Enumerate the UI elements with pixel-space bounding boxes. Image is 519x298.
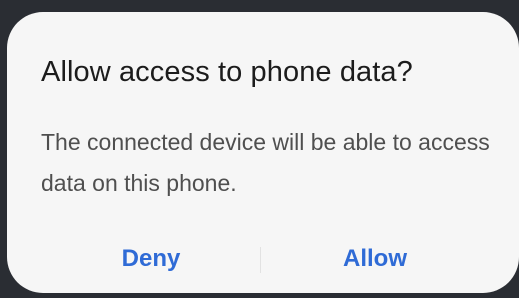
allow-button[interactable]: Allow <box>309 234 441 284</box>
button-divider <box>260 247 261 273</box>
permission-dialog: Allow access to phone data? The connecte… <box>7 12 519 293</box>
dialog-title: Allow access to phone data? <box>41 56 413 88</box>
deny-button[interactable]: Deny <box>91 234 211 284</box>
dialog-message: The connected device will be able to acc… <box>41 129 490 196</box>
